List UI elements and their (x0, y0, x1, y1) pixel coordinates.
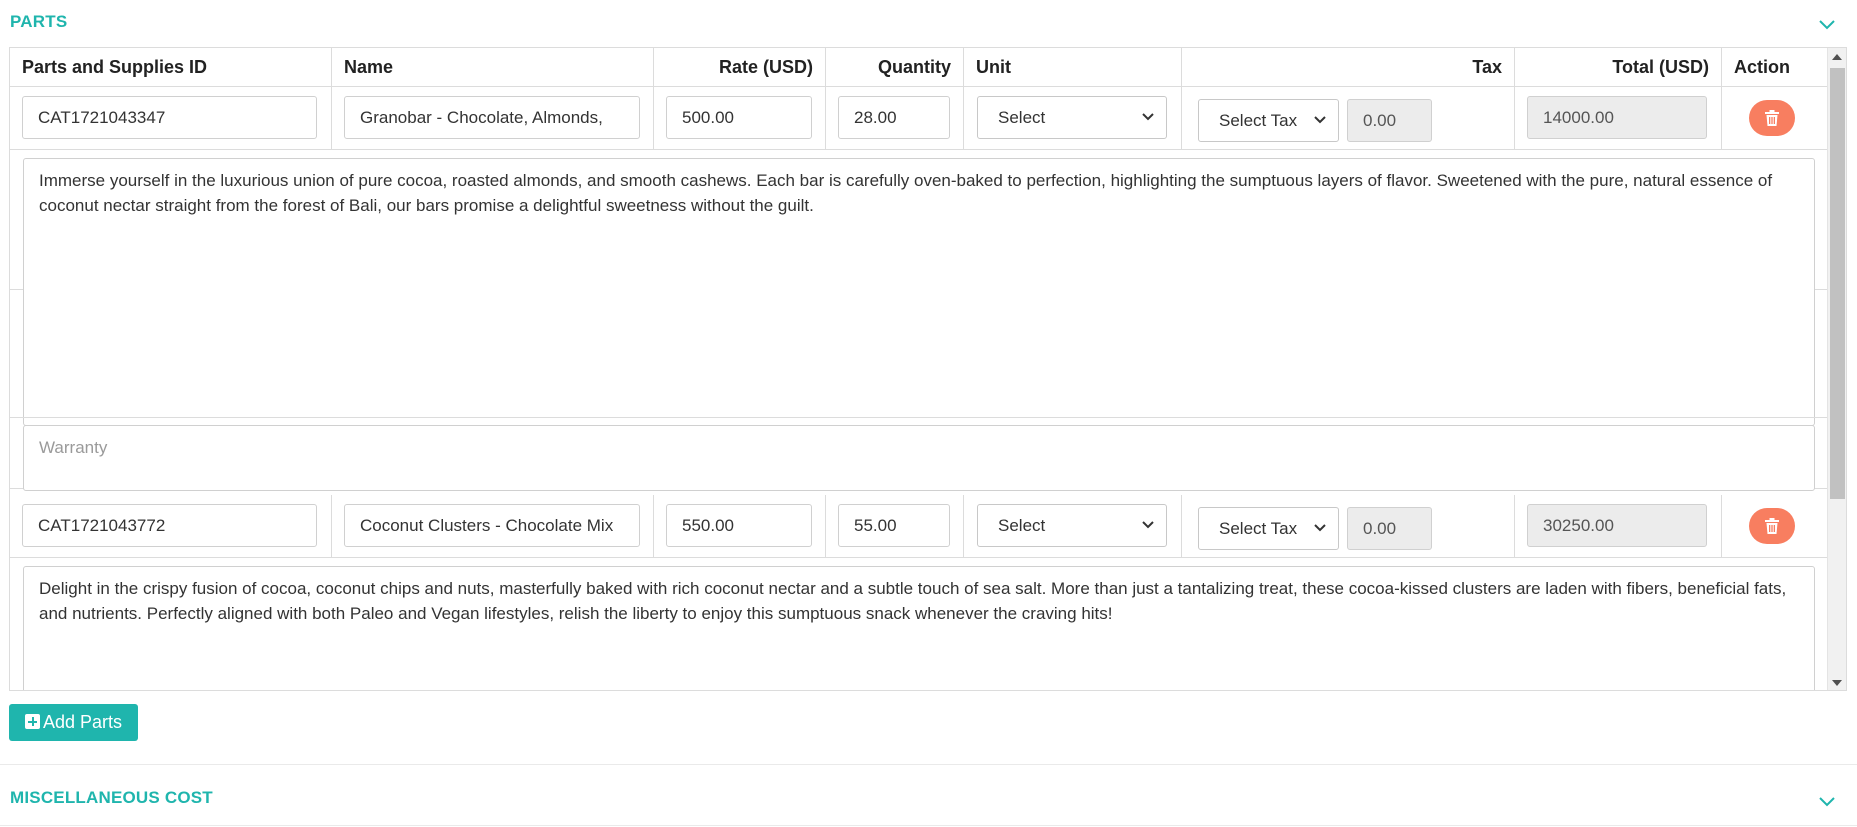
delete-part-button[interactable] (1749, 508, 1795, 544)
col-header-total: Total (USD) (1515, 48, 1722, 87)
col-header-action: Action (1734, 57, 1790, 77)
col-header-tax: Tax (1182, 48, 1515, 87)
total-field: 30250.00 (1527, 504, 1707, 547)
parts-table-header: Parts and Supplies ID Name Rate (USD) Qu… (10, 48, 1829, 87)
description-cell (10, 150, 1829, 418)
part-name-input[interactable]: Granobar - Chocolate, Almonds, (344, 96, 640, 139)
total-field: 14000.00 (1527, 96, 1707, 139)
part-name-input[interactable]: Coconut Clusters - Chocolate Mix (344, 504, 640, 547)
unit-select-value: Select (998, 516, 1046, 535)
plus-square-icon (25, 714, 40, 729)
table-scrollbar[interactable] (1827, 48, 1846, 690)
part-id-input[interactable]: CAT1721043347 (22, 96, 317, 139)
unit-select[interactable]: Select (977, 96, 1167, 139)
scrollbar-thumb[interactable] (1830, 68, 1845, 499)
warranty-row: Warranty (10, 418, 1829, 491)
table-row: CAT1721043772 Coconut Clusters - Chocola… (10, 495, 1829, 558)
scroll-up-icon[interactable] (1832, 54, 1842, 60)
parts-section-title: PARTS (10, 12, 68, 31)
parts-section-header[interactable]: PARTS (0, 0, 1857, 44)
tax-select[interactable]: Select Tax (1198, 507, 1339, 550)
delete-part-button[interactable] (1749, 100, 1795, 136)
chevron-down-icon (1314, 524, 1326, 532)
chevron-down-icon[interactable] (1817, 791, 1837, 811)
rate-input[interactable]: 550.00 (666, 504, 812, 547)
misc-section-header[interactable]: MISCELLANEOUS COST (0, 764, 1857, 826)
col-header-unit: Unit (964, 48, 1182, 87)
quantity-input[interactable]: 28.00 (838, 96, 950, 139)
chevron-down-icon[interactable] (1817, 14, 1837, 34)
rate-input[interactable]: 500.00 (666, 96, 812, 139)
parts-table: Parts and Supplies ID Name Rate (USD) Qu… (9, 47, 1847, 691)
add-parts-button[interactable]: Add Parts (9, 704, 139, 741)
part-id-input[interactable]: CAT1721043772 (22, 504, 317, 547)
trash-icon (1765, 518, 1779, 534)
description-textarea[interactable]: Delight in the crispy fusion of cocoa, c… (23, 566, 1815, 690)
add-parts-label: Add Parts (43, 712, 123, 732)
chevron-down-icon (1142, 113, 1154, 121)
chevron-down-icon (1314, 116, 1326, 124)
trash-icon (1765, 110, 1779, 126)
quantity-input[interactable]: 55.00 (838, 504, 950, 547)
misc-section-title: MISCELLANEOUS COST (10, 788, 213, 807)
table-row: CAT1721043347 Granobar - Chocolate, Almo… (10, 87, 1829, 150)
col-header-name: Name (332, 48, 654, 87)
col-header-quantity: Quantity (826, 48, 964, 87)
col-header-id: Parts and Supplies ID (10, 48, 332, 87)
description-row: Delight in the crispy fusion of cocoa, c… (10, 558, 1829, 690)
warranty-input[interactable]: Warranty (23, 425, 1815, 491)
tax-select-value: Select Tax (1219, 519, 1298, 538)
unit-select-value: Select (998, 108, 1046, 127)
tax-select[interactable]: Select Tax (1198, 99, 1339, 142)
tax-select-value: Select Tax (1219, 111, 1298, 130)
tax-amount-field: 0.00 (1347, 99, 1432, 142)
unit-select[interactable]: Select (977, 504, 1167, 547)
chevron-down-icon (1142, 521, 1154, 529)
scroll-down-icon[interactable] (1832, 680, 1842, 686)
tax-amount-field: 0.00 (1347, 507, 1432, 550)
col-header-rate: Rate (USD) (654, 48, 826, 87)
